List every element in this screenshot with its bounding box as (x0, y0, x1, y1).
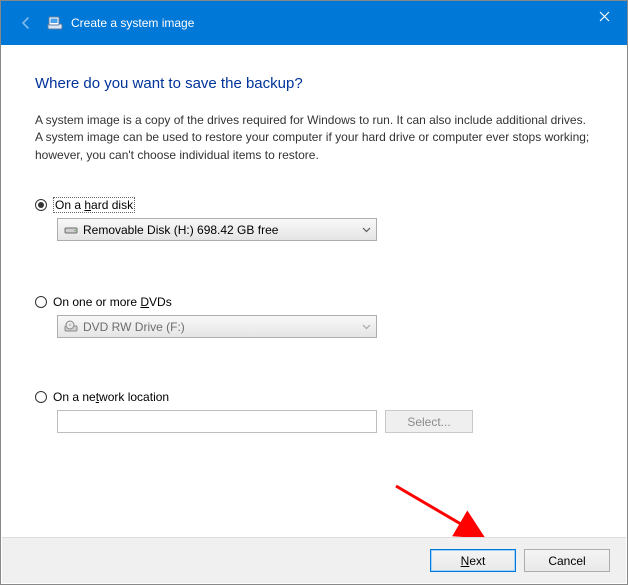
radio-icon (35, 391, 47, 403)
chevron-down-icon (356, 316, 376, 337)
radio-dvd[interactable]: On one or more DVDs (35, 295, 593, 309)
hard-drive-icon (64, 223, 78, 237)
dvd-drive-icon (64, 320, 78, 334)
radio-hard-disk[interactable]: On a hard disk (35, 198, 593, 212)
next-button[interactable]: Next (430, 549, 516, 572)
network-path-input[interactable] (57, 410, 377, 433)
chevron-down-icon (356, 219, 376, 240)
radio-label-network: On a network location (53, 390, 169, 404)
radio-label-hard-disk: On a hard disk (53, 198, 135, 212)
page-heading: Where do you want to save the backup? (35, 75, 593, 92)
back-icon[interactable] (17, 14, 35, 32)
close-button[interactable] (581, 1, 627, 31)
radio-icon (35, 296, 47, 308)
select-network-button: Select... (385, 410, 473, 433)
description-text: A system image is a copy of the drives r… (35, 112, 593, 164)
window-title: Create a system image (71, 16, 194, 30)
dvd-value: DVD RW Drive (F:) (83, 320, 185, 334)
app-icon (47, 15, 63, 31)
hard-disk-dropdown[interactable]: Removable Disk (H:) 698.42 GB free (57, 218, 377, 241)
dvd-dropdown[interactable]: DVD RW Drive (F:) (57, 315, 377, 338)
hard-disk-value: Removable Disk (H:) 698.42 GB free (83, 223, 278, 237)
radio-network[interactable]: On a network location (35, 390, 593, 404)
radio-label-dvd: On one or more DVDs (53, 295, 172, 309)
radio-icon (35, 199, 47, 211)
cancel-button[interactable]: Cancel (524, 549, 610, 572)
